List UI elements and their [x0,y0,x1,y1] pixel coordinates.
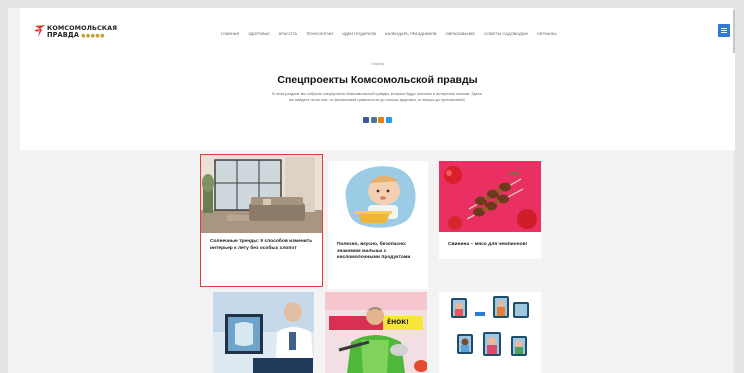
card-image-interior [201,155,322,233]
card-title[interactable]: Свинина – мясо для чемпионов! [448,242,528,249]
share-buttons [363,117,392,123]
page-description: В этом разделе мы собрали спецпроекты Ко… [272,92,482,102]
menu-icon-bar [721,30,727,31]
main-nav: Главная Здоровье Красота Технологии Идеи… [221,31,557,36]
hero-section: Главная Спецпроекты Комсомольской правды… [20,53,735,150]
card-baby[interactable]: Полезно, вкусно, безопасно: знакомим мал… [328,161,428,289]
share-facebook-icon[interactable] [363,117,369,123]
share-vk-icon[interactable] [370,117,377,123]
site-logo[interactable]: КОМСОМОЛЬСКАЯ ПРАВДА ●●●●● [34,24,117,40]
share-ok-icon[interactable] [378,117,384,123]
hamburger-menu-button[interactable] [718,24,730,37]
card-image-doctor [213,292,314,373]
card-title[interactable]: Солнечные тренды: 9 способов изменить ин… [210,239,314,252]
logo-bird-icon [34,25,45,37]
card-grill-man[interactable]: ЁНОК! [325,292,427,373]
nav-item-garden[interactable]: Советы садоводам [484,31,528,36]
menu-icon-bar [721,32,727,33]
logo-line-2: ПРАВДА ●●●●● [47,31,105,39]
browser-viewport: КОМСОМОЛЬСКАЯ ПРАВДА ●●●●● Главная Здоров… [8,8,735,373]
nav-item-tech[interactable]: Технологии [306,31,333,36]
logo-word: ПРАВДА [47,31,80,39]
card-interior[interactable]: Солнечные тренды: 9 способов изменить ин… [200,154,323,287]
nav-item-education[interactable]: Образование [446,31,476,36]
nav-item-beauty[interactable]: Красота [279,31,297,36]
site-header: КОМСОМОЛЬСКАЯ ПРАВДА ●●●●● Главная Здоров… [20,8,735,53]
page-title: Спецпроекты Комсомольской правды [277,74,478,86]
card-image-baby [328,161,428,232]
share-twitter-icon[interactable] [385,117,392,123]
card-title[interactable]: Полезно, вкусно, безопасно: знакомим мал… [337,242,423,262]
card-windows[interactable] [439,292,541,373]
card-banner-text: ЁНОК! [387,319,409,326]
logo-dots: ●●●●● [81,33,105,39]
card-doctor[interactable] [213,292,314,373]
menu-icon-bar [721,28,727,29]
nav-item-gifts[interactable]: Идеи подарков [342,31,376,36]
card-image-grill-man [325,292,427,373]
card-pork[interactable]: Свинина – мясо для чемпионов! [439,161,541,259]
nav-item-holidays[interactable]: Календарь праздников [385,31,436,36]
card-image-pork [439,161,541,232]
card-image-windows [439,292,541,373]
nav-item-main[interactable]: Главная [221,31,239,36]
nav-item-health[interactable]: Здоровье [248,31,270,36]
breadcrumb[interactable]: Главная [20,62,735,66]
nav-item-series[interactable]: Сериалы [537,31,557,36]
